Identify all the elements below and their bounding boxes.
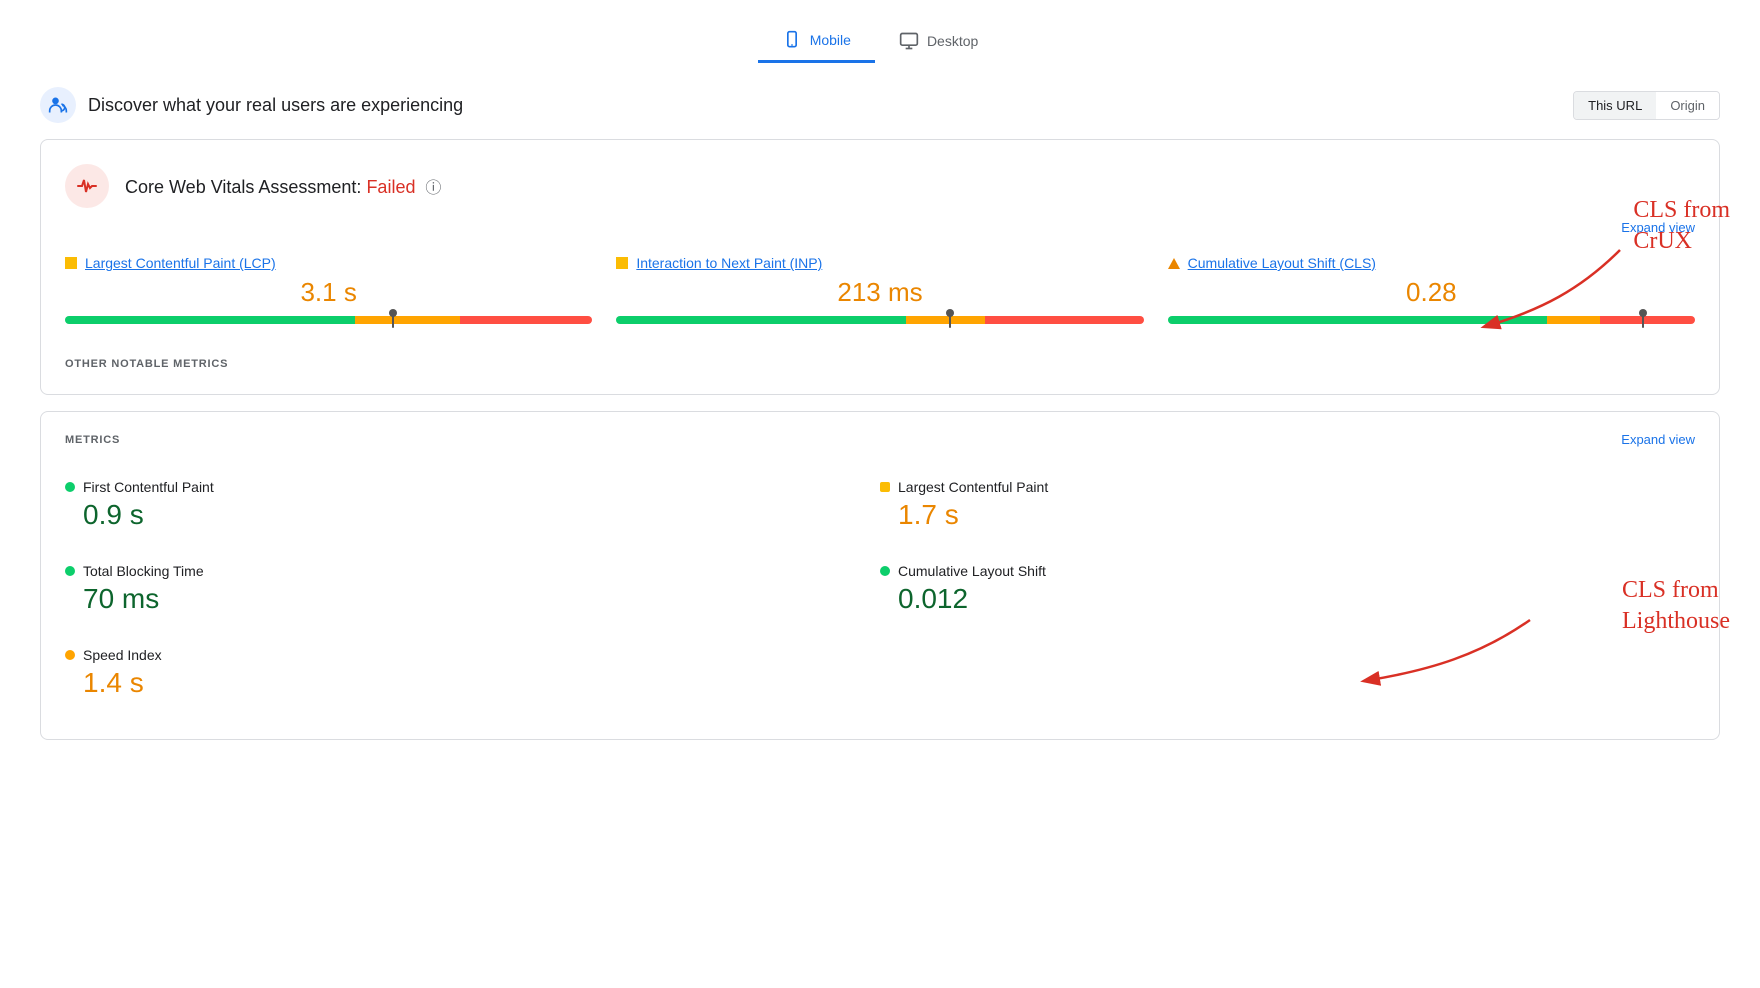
lcp-lighthouse-value: 1.7 s — [898, 499, 1695, 531]
cwv-expand-row: Expand view — [65, 220, 1695, 235]
inp-bar-red — [985, 316, 1143, 324]
tab-mobile[interactable]: Mobile — [758, 20, 875, 63]
metric-cls: Cumulative Layout Shift (CLS) 0.28 — [1168, 255, 1695, 326]
cwv-title-prefix: Core Web Vitals Assessment: — [125, 177, 366, 197]
cls-value: 0.28 — [1168, 277, 1695, 308]
inp-bar-green — [616, 316, 906, 324]
cls-bar-orange — [1547, 316, 1600, 324]
metrics-card: METRICS Expand view First Contentful Pai… — [40, 411, 1720, 740]
mobile-icon — [782, 30, 802, 50]
inp-value: 213 ms — [616, 277, 1143, 308]
url-origin-toggle: This URL Origin — [1573, 91, 1720, 120]
inp-dot-icon — [616, 257, 628, 269]
lcp-bar-green — [65, 316, 355, 324]
lcp-bar-red — [460, 316, 592, 324]
cwv-card: Core Web Vitals Assessment: Failed ⓘ Exp… — [40, 139, 1720, 395]
cls-lighthouse-name: Cumulative Layout Shift — [898, 563, 1046, 579]
cwv-help-icon[interactable]: ⓘ — [425, 180, 441, 197]
this-url-button[interactable]: This URL — [1574, 92, 1656, 119]
metrics-grid: First Contentful Paint 0.9 s Total Block… — [65, 467, 1695, 719]
desktop-icon — [899, 31, 919, 51]
heartbeat-icon — [75, 174, 99, 198]
tab-mobile-label: Mobile — [810, 32, 851, 48]
inp-bar-orange — [906, 316, 985, 324]
cls-bar — [1168, 316, 1695, 326]
lcp-dot-icon — [65, 257, 77, 269]
device-tabs: Mobile Desktop — [40, 20, 1720, 63]
cwv-expand-link[interactable]: Expand view — [1621, 220, 1695, 235]
si-value: 1.4 s — [83, 667, 880, 699]
page-title: Discover what your real users are experi… — [88, 95, 463, 116]
cls-label[interactable]: Cumulative Layout Shift (CLS) — [1188, 255, 1376, 271]
lcp-label[interactable]: Largest Contentful Paint (LCP) — [85, 255, 276, 271]
si-name: Speed Index — [83, 647, 162, 663]
metrics-expand-link[interactable]: Expand view — [1621, 432, 1695, 447]
lcp-lighthouse-dot — [880, 482, 890, 492]
tbt-name: Total Blocking Time — [83, 563, 204, 579]
inp-label[interactable]: Interaction to Next Paint (INP) — [636, 255, 822, 271]
cwv-status: Failed — [366, 177, 415, 197]
cls-lighthouse-value: 0.012 — [898, 583, 1695, 615]
metric-cls-lighthouse: Cumulative Layout Shift 0.012 — [880, 551, 1695, 635]
cls-lighthouse-dot — [880, 566, 890, 576]
other-notable-label: OTHER NOTABLE METRICS — [65, 350, 1695, 370]
cls-bar-red — [1600, 316, 1695, 324]
tab-desktop[interactable]: Desktop — [875, 20, 1002, 63]
metric-lcp-lighthouse: Largest Contentful Paint 1.7 s — [880, 467, 1695, 551]
si-status-dot — [65, 650, 75, 660]
section-icon — [40, 87, 76, 123]
inp-bar — [616, 316, 1143, 326]
fcp-value: 0.9 s — [83, 499, 880, 531]
tbt-value: 70 ms — [83, 583, 880, 615]
section-header: Discover what your real users are experi… — [40, 87, 1720, 123]
cwv-failed-icon — [65, 164, 109, 208]
fcp-status-dot — [65, 482, 75, 492]
metric-inp: Interaction to Next Paint (INP) 213 ms — [616, 255, 1143, 326]
lcp-lighthouse-name: Largest Contentful Paint — [898, 479, 1048, 495]
tbt-status-dot — [65, 566, 75, 576]
cwv-metrics-row: Largest Contentful Paint (LCP) 3.1 s Int… — [65, 255, 1695, 326]
cls-bar-green — [1168, 316, 1548, 324]
origin-button[interactable]: Origin — [1656, 92, 1719, 119]
metrics-section-label: METRICS — [65, 434, 120, 446]
metric-lcp: Largest Contentful Paint (LCP) 3.1 s — [65, 255, 592, 326]
tab-desktop-label: Desktop — [927, 33, 978, 49]
cls-bar-marker — [1642, 312, 1644, 328]
metric-fcp: First Contentful Paint 0.9 s — [65, 467, 880, 551]
metric-tbt: Total Blocking Time 70 ms — [65, 551, 880, 635]
fcp-name: First Contentful Paint — [83, 479, 214, 495]
cls-triangle-icon — [1168, 258, 1180, 269]
metric-si: Speed Index 1.4 s — [65, 635, 880, 719]
users-icon — [48, 95, 68, 115]
lcp-bar-orange — [355, 316, 460, 324]
lcp-bar-marker — [392, 312, 394, 328]
lcp-bar — [65, 316, 592, 326]
lcp-value: 3.1 s — [65, 277, 592, 308]
cwv-header: Core Web Vitals Assessment: Failed ⓘ — [65, 164, 1695, 208]
inp-bar-marker — [949, 312, 951, 328]
